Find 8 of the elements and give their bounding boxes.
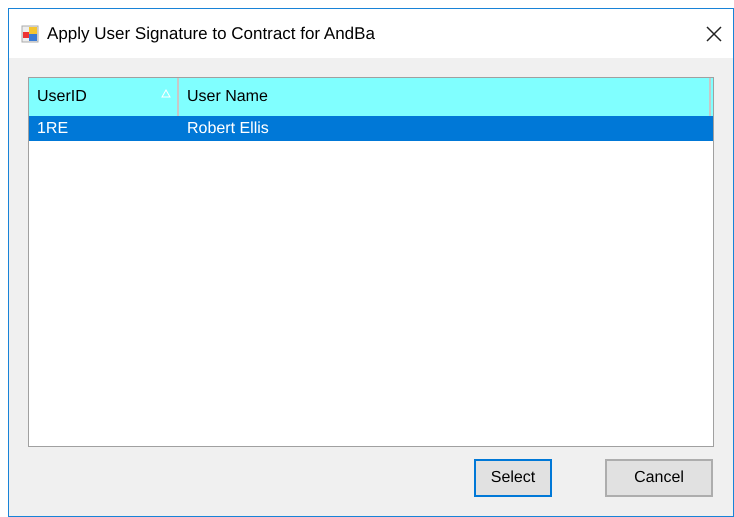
- table-row[interactable]: 1RE Robert Ellis: [29, 116, 713, 141]
- select-button[interactable]: Select: [474, 459, 552, 497]
- table-cell-text: 1RE: [36, 118, 70, 138]
- close-icon[interactable]: [705, 24, 723, 42]
- table-cell-text: Robert Ellis: [186, 118, 270, 138]
- cancel-button[interactable]: Cancel: [605, 459, 713, 497]
- window-title: Apply User Signature to Contract for AndBa: [47, 22, 375, 45]
- app-icon: [21, 24, 39, 42]
